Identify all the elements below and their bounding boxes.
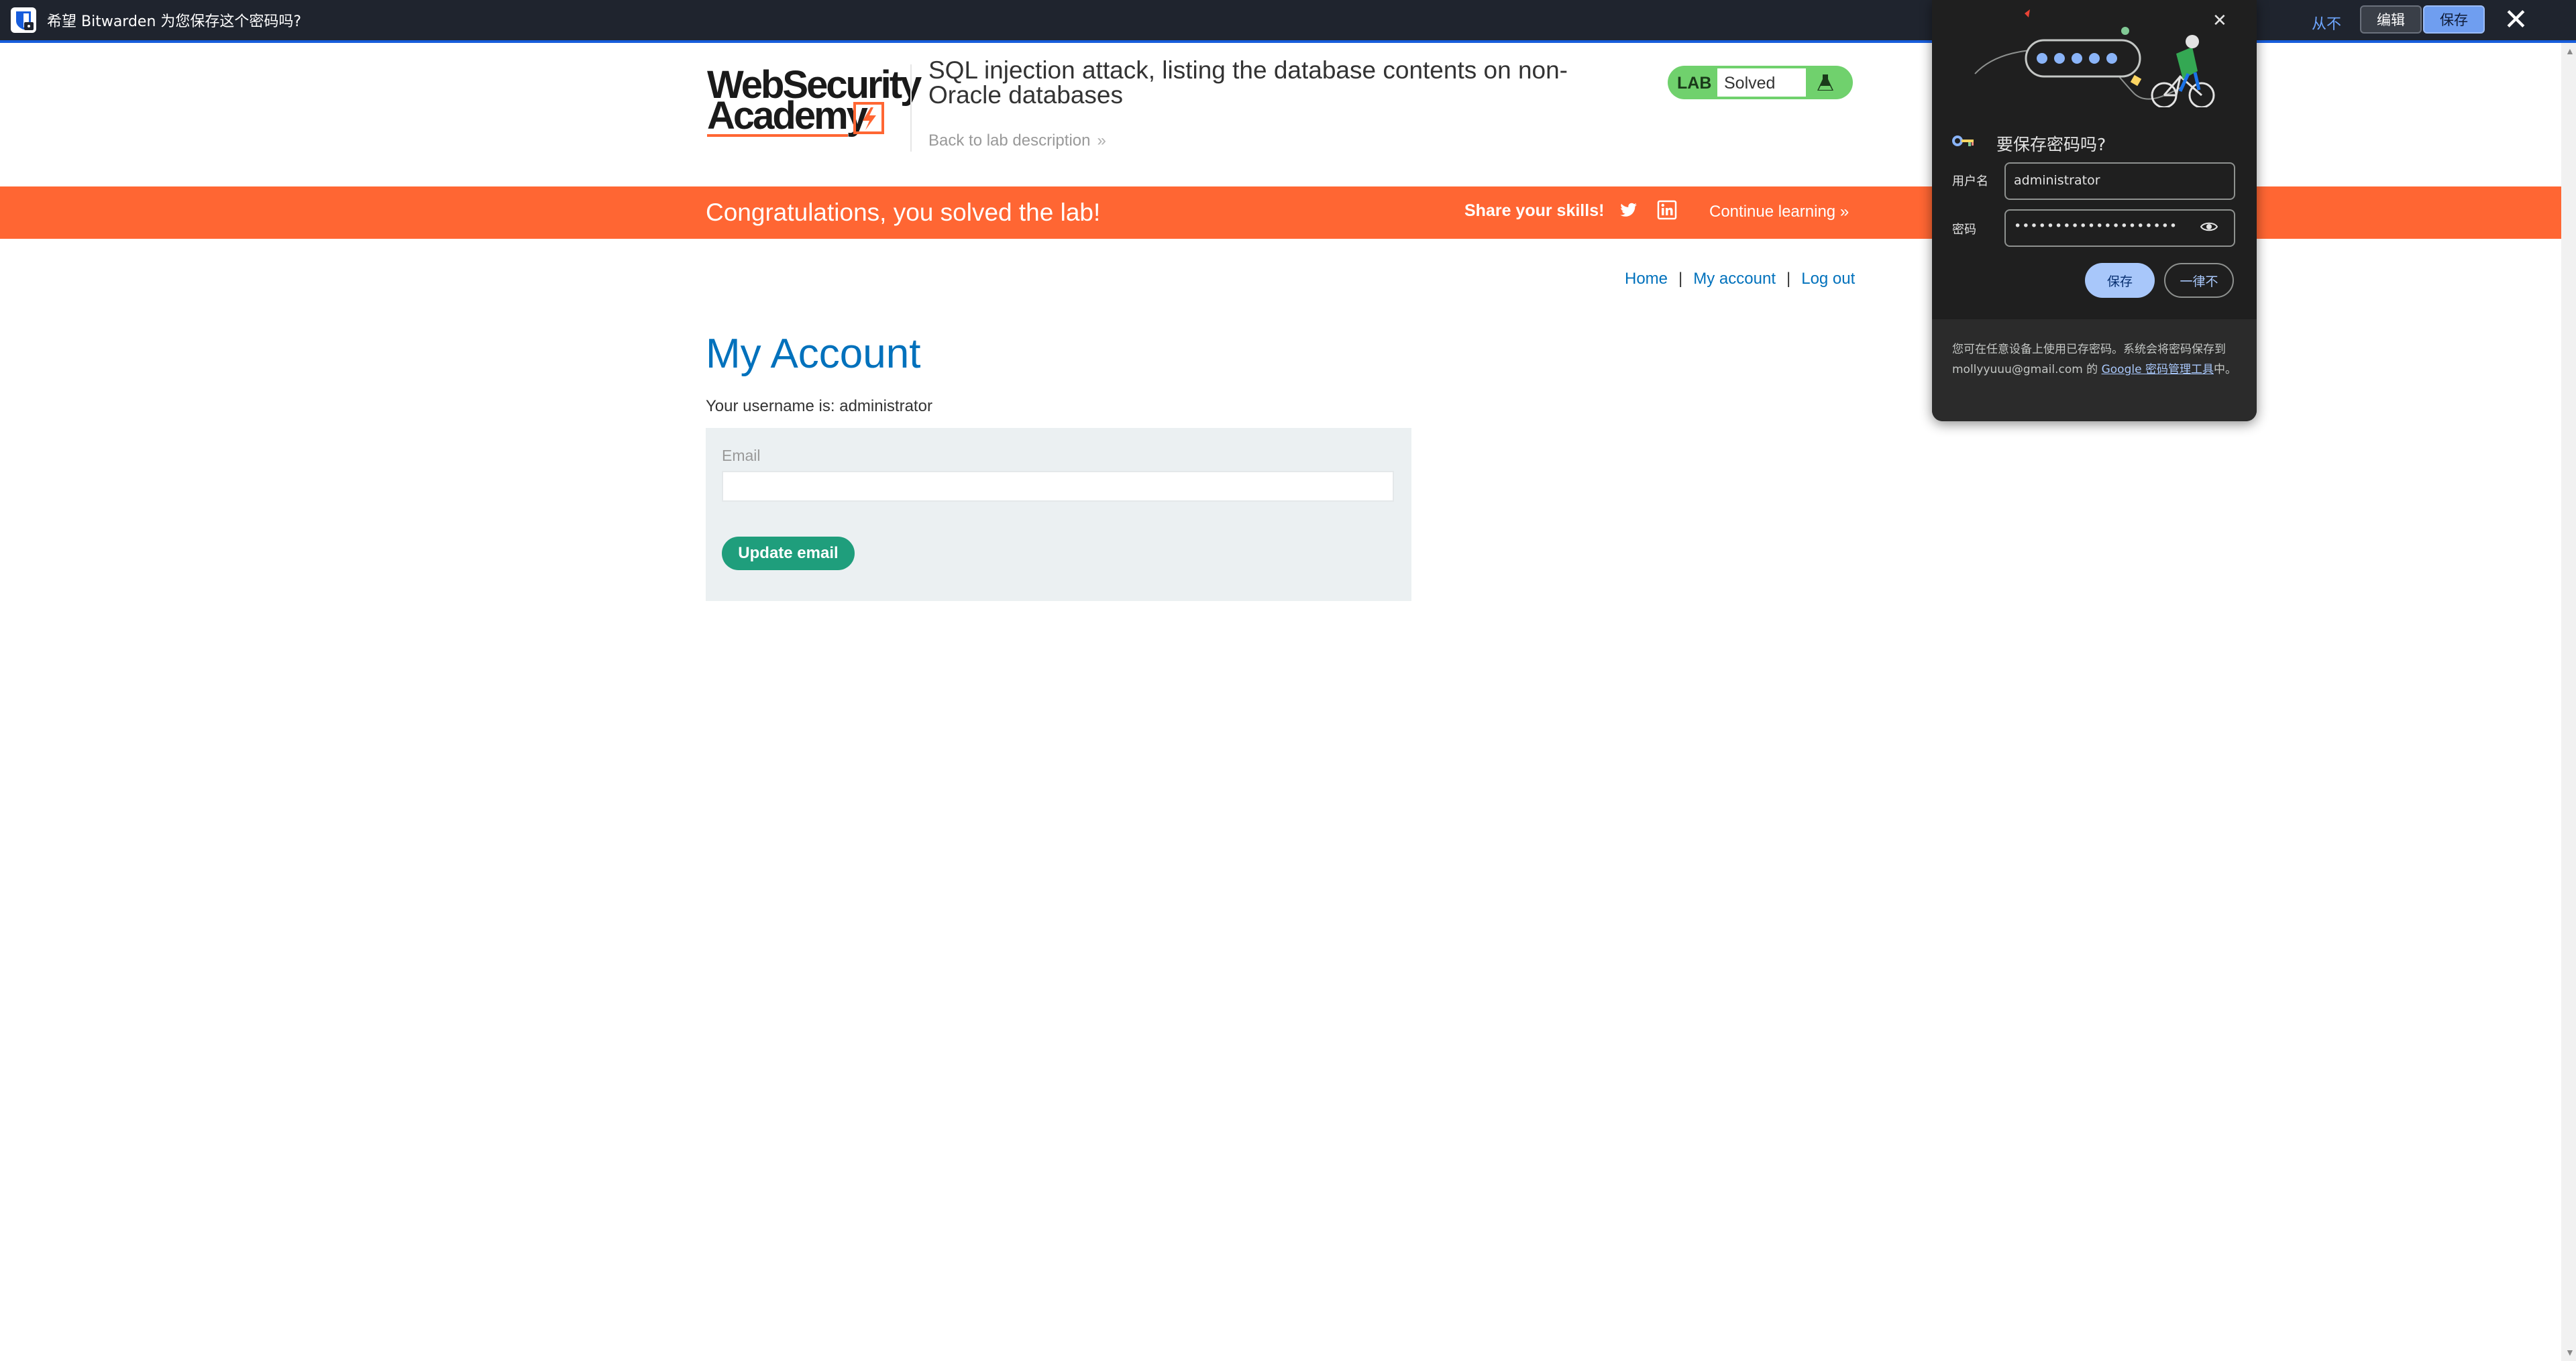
- flask-icon: [1817, 74, 1833, 91]
- password-label: 密码: [1952, 223, 1976, 237]
- continue-learning-label: Continue learning: [1709, 203, 1836, 221]
- password-illustration: [1974, 9, 2215, 107]
- back-link-label: Back to lab description: [928, 131, 1091, 150]
- page-title: My Account: [706, 331, 921, 377]
- scroll-up-arrow-icon[interactable]: ▲: [2565, 46, 2575, 56]
- nav-separator: |: [1678, 270, 1683, 288]
- footer-end: 中。: [2213, 363, 2237, 376]
- password-value: ••••••••••••••••••••: [2014, 219, 2178, 233]
- username-value: administrator: [2014, 173, 2100, 188]
- back-to-lab-description-link[interactable]: Back to lab description »: [928, 131, 1106, 150]
- bitwarden-save-prompt: 希望 Bitwarden 为您保存这个密码吗?: [47, 13, 302, 30]
- nav-log-out-link[interactable]: Log out: [1801, 270, 1855, 288]
- save-password-button[interactable]: 保存: [2085, 263, 2155, 298]
- bitwarden-save-button[interactable]: 保存: [2423, 5, 2485, 34]
- bitwarden-shield-icon: [11, 7, 36, 33]
- scroll-down-arrow-icon[interactable]: ▼: [2565, 1347, 2575, 1358]
- web-security-academy-logo[interactable]: WebSecurity Academy: [707, 66, 922, 138]
- nav-my-account-link[interactable]: My account: [1693, 270, 1776, 288]
- username-label: 用户名: [1952, 174, 1988, 188]
- update-email-form: Email Update email: [706, 428, 1411, 601]
- continue-learning-link[interactable]: Continue learning »: [1709, 203, 1849, 221]
- google-password-manager-link[interactable]: Google 密码管理工具: [2102, 363, 2214, 376]
- username-info: Your username is: administrator: [706, 397, 932, 415]
- email-label: Email: [722, 447, 761, 464]
- twitter-icon[interactable]: [1618, 200, 1638, 220]
- double-chevron-right-icon: »: [1839, 203, 1849, 221]
- nav-separator: |: [1786, 270, 1791, 288]
- header-divider: [910, 64, 912, 152]
- popup-footer: 您可在任意设备上使用已存密码。系统会将密码保存到 mollyyuuu@gmail…: [1932, 319, 2257, 421]
- banner-message: Congratulations, you solved the lab!: [706, 199, 1101, 226]
- logo-bolt-icon: [853, 102, 884, 134]
- account-top-nav: Home | My account | Log out: [1625, 270, 1855, 288]
- logo-text-line2: Academy: [707, 94, 868, 138]
- popup-close-icon[interactable]: ✕: [2212, 11, 2227, 31]
- page-scrollbar[interactable]: [2561, 43, 2576, 1361]
- nav-home-link[interactable]: Home: [1625, 270, 1668, 288]
- bitwarden-edit-button[interactable]: 编辑: [2360, 5, 2422, 34]
- lab-status-badge: LAB Solved: [1668, 66, 1853, 99]
- bitwarden-never-button[interactable]: 从不: [2312, 12, 2341, 34]
- logo-underline: [707, 134, 848, 137]
- linkedin-icon[interactable]: [1657, 200, 1677, 220]
- save-password-title: 要保存密码吗?: [1996, 135, 2106, 154]
- update-email-button[interactable]: Update email: [722, 537, 855, 570]
- popup-footer-text: 您可在任意设备上使用已存密码。系统会将密码保存到 mollyyuuu@gmail…: [1952, 339, 2237, 380]
- lab-badge-label: LAB: [1677, 74, 1712, 93]
- double-chevron-right-icon: »: [1097, 131, 1106, 150]
- save-password-popup: ✕ 要保存密码吗? 用户名 administrator 密码 •••••••••…: [1932, 0, 2257, 421]
- lab-status-text: Solved: [1724, 74, 1776, 93]
- email-input[interactable]: [722, 471, 1394, 502]
- lab-title: SQL injection attack, listing the databa…: [928, 56, 1568, 109]
- show-password-eye-icon[interactable]: [2200, 220, 2218, 233]
- google-key-icon: [1952, 135, 1974, 146]
- share-skills-label: Share your skills!: [1464, 201, 1605, 220]
- bitwarden-close-button[interactable]: ✕: [2504, 4, 2528, 36]
- never-save-button[interactable]: 一律不: [2164, 263, 2234, 298]
